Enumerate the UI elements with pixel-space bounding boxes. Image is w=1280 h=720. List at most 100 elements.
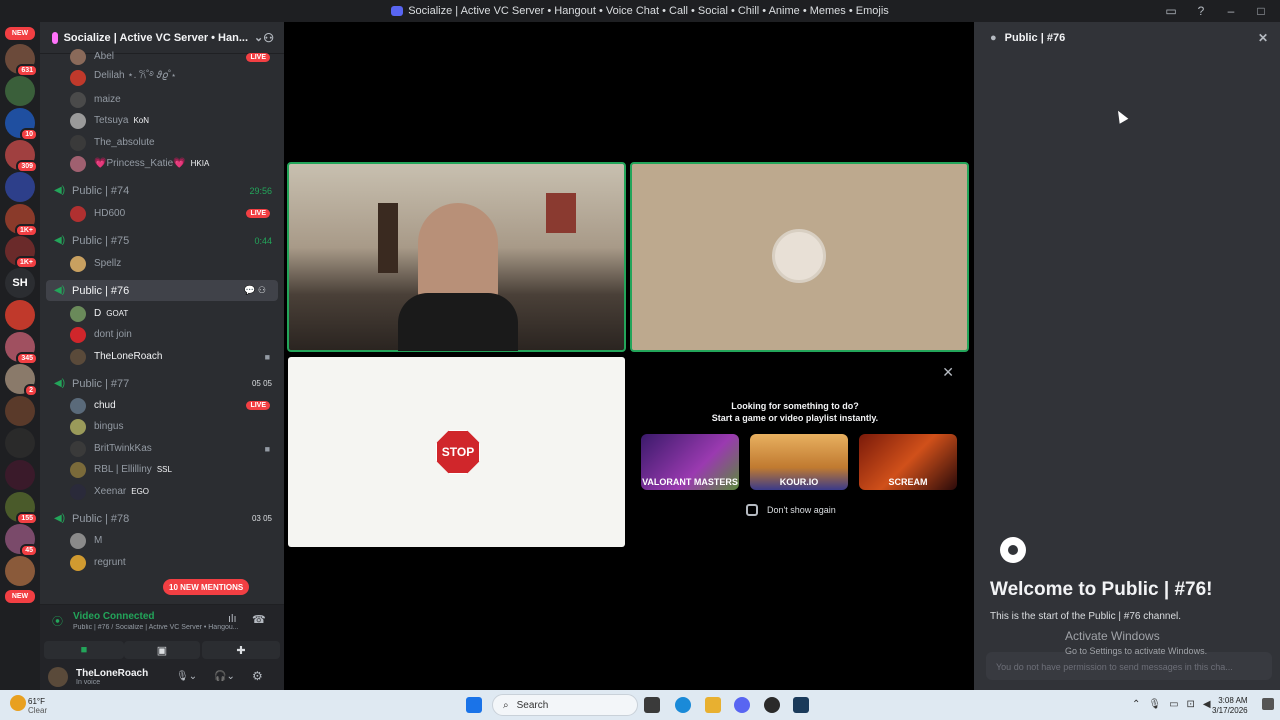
video-tile-screen[interactable]: STOP — [288, 357, 625, 547]
server-name: Socialize | Active VC Server • Han... — [63, 31, 249, 44]
voice-user[interactable]: Xeenar EGO — [40, 481, 284, 502]
inbox-icon[interactable]: ▭ — [1162, 2, 1180, 20]
server-icon[interactable] — [5, 428, 35, 458]
discord-taskbar-icon[interactable] — [734, 697, 750, 713]
activity-title-line: Looking for something to do? — [731, 401, 859, 411]
server-icon[interactable] — [5, 76, 35, 106]
server-icon[interactable]: 309 — [5, 140, 38, 173]
close-icon[interactable]: ✕ — [1258, 31, 1268, 45]
channel-name: Public | #75 — [72, 234, 130, 247]
video-tile-camera[interactable] — [287, 162, 626, 352]
taskbar-search[interactable]: ⌕ Search — [492, 694, 638, 716]
voice-user[interactable]: maize — [40, 89, 284, 110]
user-name: TheLoneRoach — [94, 351, 163, 362]
avatar — [70, 440, 86, 457]
headphones-icon[interactable]: 🎧⌄ — [214, 671, 235, 682]
voice-channel-77[interactable]: ◀) Public | #77 05 05 — [40, 373, 284, 394]
voice-user[interactable]: HD600 LIVE — [40, 203, 284, 224]
help-icon[interactable]: ? — [1192, 2, 1210, 20]
server-icon[interactable]: 45 — [5, 524, 38, 557]
voice-user[interactable]: Tetsuya KoN — [40, 110, 284, 131]
new-mentions-pill[interactable]: 10 NEW MENTIONS — [163, 579, 250, 595]
gear-icon[interactable]: ⚙ — [252, 669, 263, 683]
message-input[interactable]: You do not have permission to send messa… — [986, 652, 1272, 680]
disconnect-icon[interactable]: ☎ — [252, 613, 266, 626]
obs-icon[interactable] — [764, 697, 780, 713]
channel-list: LIVE Abel Delilah ⋆. 𐙚˚࿔ 𝜗𝜚˚⋆ maize Tets… — [40, 48, 284, 608]
user-status: In voice — [76, 679, 101, 686]
voice-user[interactable]: The_absolute — [40, 132, 284, 153]
task-view-icon[interactable] — [644, 697, 660, 713]
voice-location[interactable]: Public | #76 / Socialize | Active VC Ser… — [73, 624, 253, 631]
server-icon[interactable]: 155 — [5, 492, 38, 525]
clock[interactable]: 3:08 AM 3/17/2026 — [1212, 696, 1248, 716]
voice-channel-74[interactable]: ◀) Public | #74 29:56 — [40, 180, 284, 201]
microphone-icon[interactable]: 🎙⌄ — [176, 671, 197, 682]
voice-user[interactable]: 💗Princess_Katie💗 HKIA — [40, 153, 284, 174]
screen-share-button[interactable]: ▣ — [124, 641, 200, 659]
voice-user[interactable]: RBL | Ellilliny SSL — [40, 459, 284, 480]
file-explorer-icon[interactable] — [705, 697, 721, 713]
server-icon[interactable]: 1K+ — [5, 236, 38, 269]
server-icon[interactable]: 345 — [5, 332, 38, 365]
user-count-current: 03 — [251, 514, 261, 523]
add-member-icon[interactable]: ⚇ — [263, 31, 274, 45]
voice-user[interactable]: bingus — [40, 416, 284, 437]
noise-suppression-icon[interactable]: ılı — [228, 613, 237, 625]
dont-show-again[interactable]: Don't show again — [746, 504, 836, 516]
server-icon[interactable]: 631 — [5, 44, 38, 77]
server-icon[interactable]: 2 — [5, 364, 38, 397]
notification-icon[interactable] — [1262, 698, 1274, 710]
server-icon[interactable] — [5, 460, 35, 490]
voice-user[interactable]: chud LIVE — [40, 395, 284, 416]
voice-user[interactable]: Delilah ⋆. 𐙚˚࿔ 𝜗𝜚˚⋆ — [40, 67, 284, 88]
game-card-scream[interactable]: SCREAM — [859, 434, 957, 490]
checkbox[interactable] — [746, 504, 758, 516]
cat-avatar — [772, 229, 826, 283]
game-card-kour[interactable]: KOUR.IO — [750, 434, 848, 490]
server-icon[interactable] — [5, 172, 35, 202]
voice-channel-78[interactable]: ◀) Public | #78 03 05 — [40, 508, 284, 529]
video-tile-avatar[interactable] — [630, 162, 969, 352]
weather-widget[interactable]: 61°F Clear — [28, 697, 47, 715]
server-icon-sh[interactable]: SH — [5, 268, 35, 298]
activate-windows-title: Activate Windows — [1065, 629, 1160, 643]
system-tray[interactable]: ⌃🎙▭⊡◀ — [1132, 699, 1219, 710]
maximize-button[interactable]: □ — [1252, 2, 1270, 20]
new-pill-bottom[interactable]: NEW — [5, 590, 35, 603]
avatar[interactable] — [48, 667, 68, 687]
close-icon[interactable]: ✕ — [942, 364, 954, 381]
server-tag: EGO — [131, 487, 150, 496]
voice-user[interactable]: dont join — [40, 324, 284, 345]
server-icon[interactable]: 1K+ — [5, 204, 38, 237]
user-name: Abel — [94, 51, 115, 62]
server-icon[interactable] — [5, 300, 35, 330]
new-pill-top[interactable]: NEW — [5, 27, 35, 40]
voice-user[interactable]: BritTwinkKas ■ — [40, 438, 284, 459]
signal-icon[interactable]: ⦿ — [52, 613, 63, 629]
avatar — [70, 69, 86, 86]
voice-channel-76[interactable]: ◀) Public | #76 💬 ⚇ — [46, 280, 278, 301]
server-icon[interactable] — [5, 556, 35, 586]
chat-icon[interactable]: 💬 ⚇ — [244, 285, 266, 296]
server-icon[interactable] — [5, 396, 35, 426]
weather-icon[interactable] — [10, 695, 26, 711]
start-icon[interactable] — [466, 697, 482, 713]
camera-button[interactable]: ■ — [44, 641, 124, 659]
server-icon[interactable]: 10 — [5, 108, 38, 141]
speaker-icon: ◀) — [54, 185, 66, 196]
voice-user[interactable]: regrunt — [40, 552, 284, 573]
voice-user[interactable]: D GOAT — [40, 303, 284, 324]
voice-user[interactable]: TheLoneRoach ■ — [40, 346, 284, 367]
activities-button[interactable]: ✚ — [202, 641, 280, 659]
voice-channel-75[interactable]: ◀) Public | #75 0:44 — [40, 230, 284, 251]
user-name: The_absolute — [94, 137, 155, 148]
voice-user[interactable]: Spellz — [40, 253, 284, 274]
game-card-valorant[interactable]: VALORANT MASTERS — [641, 434, 739, 490]
screen-share-icon: ▣ — [156, 644, 168, 657]
edge-icon[interactable] — [675, 697, 691, 713]
activate-windows-subtitle: Go to Settings to activate Windows. — [1065, 646, 1208, 656]
voice-user[interactable]: M — [40, 530, 284, 551]
minimize-button[interactable]: – — [1222, 2, 1240, 20]
steam-icon[interactable] — [793, 697, 809, 713]
